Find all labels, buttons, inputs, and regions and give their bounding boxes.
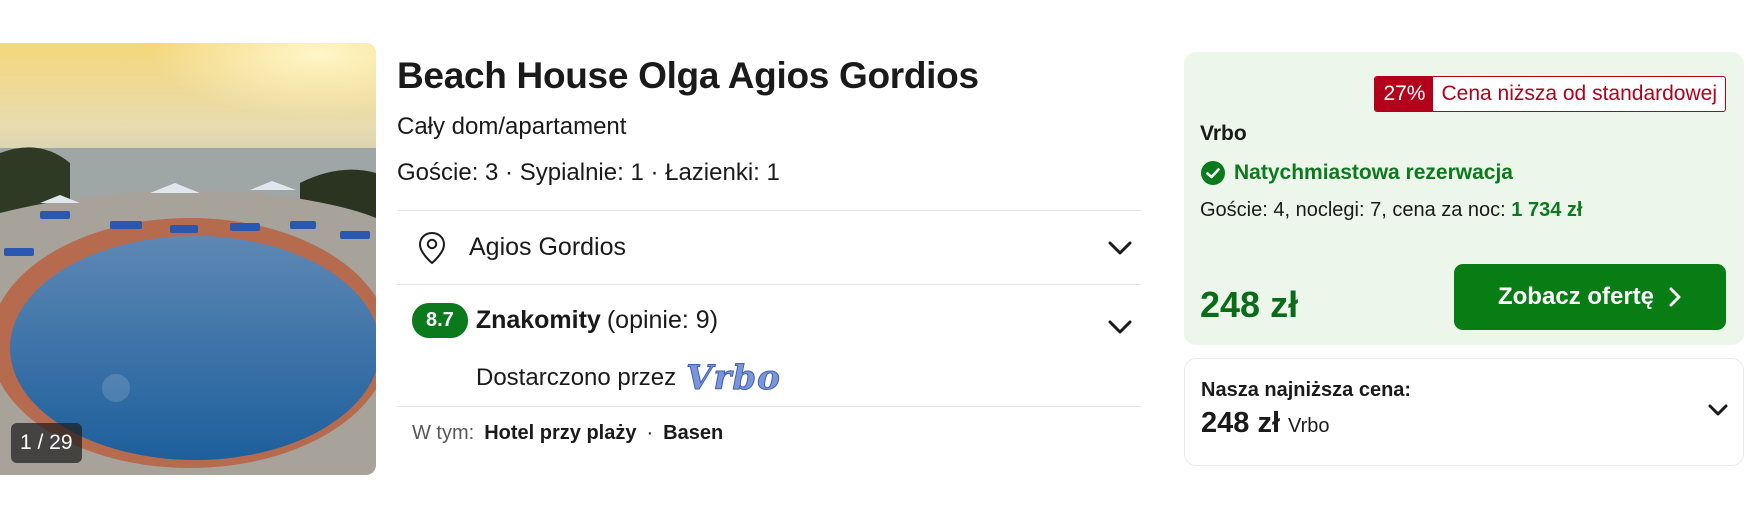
total-price: 248 zł: [1200, 284, 1299, 325]
chevron-down-icon[interactable]: [1707, 403, 1729, 417]
deal-percent: 27%: [1375, 77, 1434, 111]
lowest-price-amount: 248 zł: [1201, 407, 1280, 439]
includes-label: W tym:: [412, 422, 475, 444]
include-item: Hotel przy plaży: [484, 422, 637, 444]
nightly-price: 1 734 zł: [1511, 199, 1583, 221]
offer-card[interactable]: 27% Cena niższa od standardowej Vrbo Nat…: [1184, 52, 1744, 345]
location-row[interactable]: Agios Gordios: [397, 210, 1141, 285]
map-pin-icon: [418, 231, 446, 264]
vrbo-logo: Vrbo: [686, 358, 781, 399]
rating-score-badge: 8.7: [412, 303, 468, 338]
includes-line: W tym: Hotel przy plaży · Basen: [412, 422, 723, 445]
separator-dot: ·: [646, 422, 654, 444]
instant-booking: Natychmiastowa rezerwacja: [1200, 160, 1513, 186]
deal-text: Cena niższa od standardowej: [1441, 82, 1717, 105]
offer-provider: Vrbo: [1200, 122, 1247, 145]
check-circle-icon: [1201, 161, 1225, 185]
room-details: Goście: 3 · Sypialnie: 1 · Łazienki: 1: [397, 159, 780, 186]
deal-badge: 27% Cena niższa od standardowej: [1374, 76, 1726, 112]
hotel-info: Beach House Olga Agios Gordios Cały dom/…: [397, 50, 1141, 444]
pool-sea-image: [0, 43, 376, 475]
rating-row[interactable]: 8.7 Znakomity (opinie: 9) Dostarczono pr…: [397, 285, 1141, 407]
location-name: Agios Gordios: [469, 233, 627, 261]
rating-word: Znakomity: [475, 306, 601, 334]
lowest-price-card[interactable]: Nasza najniższa cena: 248 zł Vrbo: [1184, 358, 1744, 466]
property-type: Cały dom/apartament: [397, 113, 627, 140]
hotel-name[interactable]: Beach House Olga Agios Gordios: [397, 50, 1141, 102]
lowest-price-provider: Vrbo: [1288, 415, 1330, 437]
view-offer-label: Zobacz ofertę: [1497, 283, 1655, 310]
review-count: (opinie: 9): [606, 306, 719, 334]
include-item: Basen: [663, 422, 724, 444]
chevron-down-icon[interactable]: [1107, 240, 1133, 256]
lowest-price-label: Nasza najniższa cena:: [1201, 379, 1412, 401]
stay-details: Goście: 4, noclegi: 7, cena za noc: 1 73…: [1200, 199, 1582, 222]
instant-booking-label: Natychmiastowa rezerwacja: [1234, 161, 1513, 184]
chevron-right-icon: [1669, 287, 1681, 307]
stay-details-text: Goście: 4, noclegi: 7, cena za noc:: [1200, 199, 1512, 221]
provided-by-label: Dostarczono przez: [476, 364, 677, 391]
hotel-photo[interactable]: 1 / 29: [0, 43, 376, 475]
view-offer-button[interactable]: Zobacz ofertę: [1454, 264, 1726, 330]
photo-counter: 1 / 29: [11, 423, 82, 463]
chevron-down-icon[interactable]: [1107, 319, 1133, 335]
